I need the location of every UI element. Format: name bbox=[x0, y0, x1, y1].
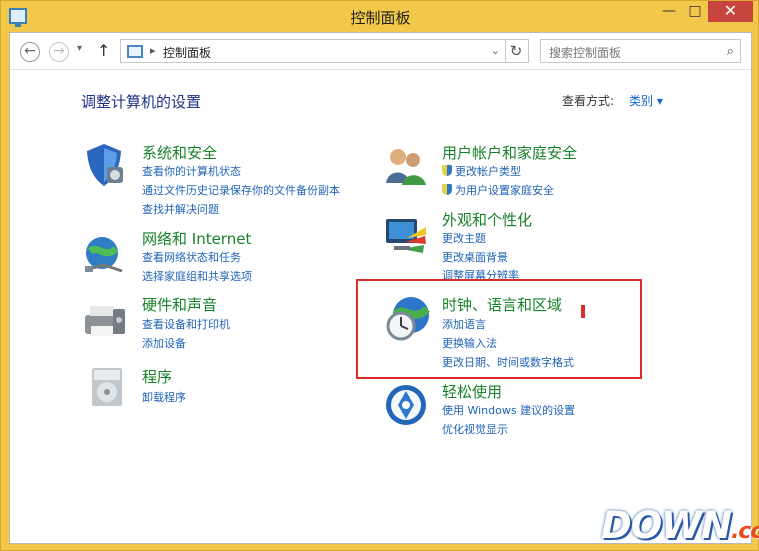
add-device-link[interactable]: 添加设备 bbox=[142, 335, 186, 351]
window-title: 控制面板 bbox=[350, 9, 411, 27]
view-by-dropdown[interactable]: 类别 ▾ bbox=[629, 92, 663, 109]
hardware-sound-title[interactable]: 硬件和声音 bbox=[142, 294, 217, 315]
hardware-sound-icon[interactable] bbox=[80, 296, 128, 344]
network-status-link[interactable]: 查看网络状态和任务 bbox=[142, 249, 241, 265]
navigation-bar: ← → ▾ ↑ ▸ 控制面板 ⌄ ↻ 搜索控制面板 ⌕ bbox=[10, 33, 751, 70]
user-accounts-icon[interactable] bbox=[381, 141, 429, 189]
network-internet-title[interactable]: 网络和 Internet bbox=[142, 228, 251, 249]
close-button[interactable]: ✕ bbox=[708, 1, 753, 22]
ease-of-access-icon[interactable] bbox=[383, 382, 431, 430]
windows-suggested-settings-link[interactable]: 使用 Windows 建议的设置 bbox=[442, 402, 575, 418]
search-icon[interactable]: ⌕ bbox=[727, 44, 734, 59]
change-theme-link[interactable]: 更改主题 bbox=[442, 230, 486, 246]
search-input[interactable]: 搜索控制面板 ⌕ bbox=[540, 39, 741, 63]
system-security-title[interactable]: 系统和安全 bbox=[142, 142, 217, 163]
user-accounts-title[interactable]: 用户帐户和家庭安全 bbox=[442, 142, 577, 163]
desktop-background-link[interactable]: 更改桌面背景 bbox=[442, 249, 508, 265]
uac-shield-icon bbox=[442, 184, 452, 195]
system-security-icon[interactable] bbox=[80, 141, 128, 189]
homegroup-sharing-link[interactable]: 选择家庭组和共享选项 bbox=[142, 268, 252, 284]
optimize-visual-display-link[interactable]: 优化视觉显示 bbox=[442, 421, 508, 437]
back-button[interactable]: ← bbox=[20, 42, 40, 62]
appearance-icon[interactable] bbox=[381, 211, 429, 259]
view-by-label: 查看方式: bbox=[562, 94, 615, 108]
file-history-backup-link[interactable]: 通过文件历史记录保存你的文件备份副本 bbox=[142, 182, 340, 198]
appearance-title[interactable]: 外观和个性化 bbox=[442, 209, 532, 230]
annotation-highlight-box bbox=[356, 279, 642, 379]
programs-icon[interactable] bbox=[84, 363, 132, 411]
ease-of-access-title[interactable]: 轻松使用 bbox=[442, 381, 502, 402]
maximize-button[interactable]: □ bbox=[682, 1, 708, 22]
troubleshoot-link[interactable]: 查找并解决问题 bbox=[142, 201, 219, 217]
programs-title[interactable]: 程序 bbox=[142, 366, 172, 387]
up-button[interactable]: ↑ bbox=[97, 41, 110, 60]
content-pane: ← → ▾ ↑ ▸ 控制面板 ⌄ ↻ 搜索控制面板 ⌕ 调整计算机的设置 查看方… bbox=[9, 32, 752, 544]
minimize-button[interactable]: — bbox=[656, 1, 682, 22]
uac-shield-icon bbox=[442, 165, 452, 176]
refresh-button[interactable]: ↻ bbox=[504, 39, 529, 63]
devices-printers-link[interactable]: 查看设备和打印机 bbox=[142, 316, 230, 332]
address-dropdown-icon[interactable]: ⌄ bbox=[491, 44, 500, 57]
down-cc-watermark: DOWN.cc bbox=[601, 504, 759, 547]
address-separator: ▸ bbox=[150, 44, 156, 57]
address-text: 控制面板 bbox=[163, 46, 212, 60]
network-internet-icon[interactable] bbox=[80, 231, 128, 279]
uninstall-program-link[interactable]: 卸载程序 bbox=[142, 389, 186, 405]
family-safety-link[interactable]: 为用户设置家庭安全 bbox=[442, 182, 554, 198]
address-bar[interactable]: ▸ 控制面板 ⌄ bbox=[120, 39, 506, 63]
recent-locations-button[interactable]: ▾ bbox=[77, 43, 82, 54]
page-title: 调整计算机的设置 bbox=[81, 93, 202, 111]
forward-button[interactable]: → bbox=[49, 42, 69, 62]
search-placeholder: 搜索控制面板 bbox=[549, 46, 622, 60]
title-bar: 控制面板 — □ ✕ bbox=[1, 1, 759, 31]
address-control-panel-icon bbox=[127, 45, 143, 58]
view-computer-status-link[interactable]: 查看你的计算机状态 bbox=[142, 163, 241, 179]
control-panel-window: 控制面板 — □ ✕ ← → ▾ ↑ ▸ 控制面板 ⌄ ↻ 搜索控制面板 ⌕ 调… bbox=[0, 0, 759, 551]
change-account-type-link[interactable]: 更改帐户类型 bbox=[442, 163, 521, 179]
